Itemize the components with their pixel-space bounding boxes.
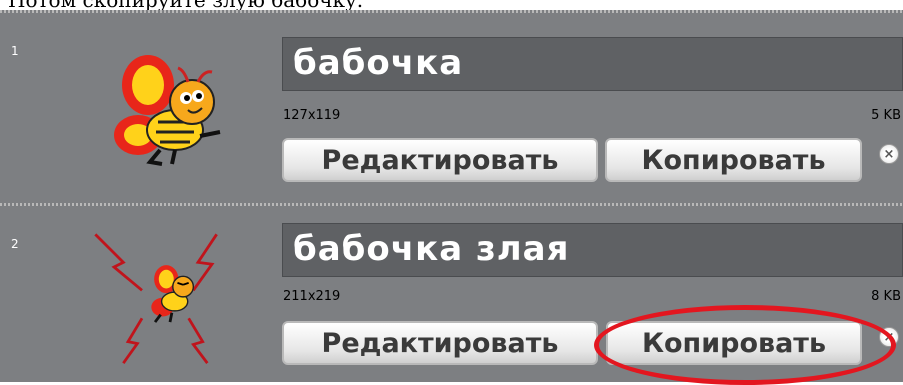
costume-file-size: 5 KB — [871, 108, 901, 123]
costume-row-1: 1 бабочка 127x119 5 KB Редактировать Коп… — [0, 10, 903, 203]
costume-row-2: 2 бабочка злая 211x219 8 KB Редактироват… — [0, 203, 903, 382]
costume-index: 2 — [11, 237, 19, 251]
close-icon[interactable]: × — [879, 144, 899, 164]
copy-button[interactable]: Копировать — [606, 321, 862, 365]
row-divider — [0, 10, 903, 13]
costume-dimensions: 127x119 — [283, 108, 341, 123]
row-divider — [0, 203, 903, 206]
butterfly-icon[interactable] — [80, 40, 260, 180]
angry-butterfly-icon[interactable] — [80, 225, 260, 365]
close-icon[interactable]: × — [879, 327, 899, 347]
costume-name-field[interactable]: бабочка — [282, 37, 903, 91]
instruction-caption: Потом скопируйте злую бабочку. — [8, 0, 888, 10]
costume-file-size: 8 KB — [871, 289, 901, 304]
costume-name[interactable]: бабочка — [293, 43, 463, 83]
costume-name[interactable]: бабочка злая — [293, 229, 569, 269]
edit-button[interactable]: Редактировать — [282, 321, 598, 365]
copy-button[interactable]: Копировать — [605, 138, 862, 182]
costume-dimensions: 211x219 — [283, 289, 341, 304]
costume-name-field[interactable]: бабочка злая — [282, 223, 903, 277]
costume-index: 1 — [11, 44, 19, 58]
edit-button[interactable]: Редактировать — [282, 138, 598, 182]
